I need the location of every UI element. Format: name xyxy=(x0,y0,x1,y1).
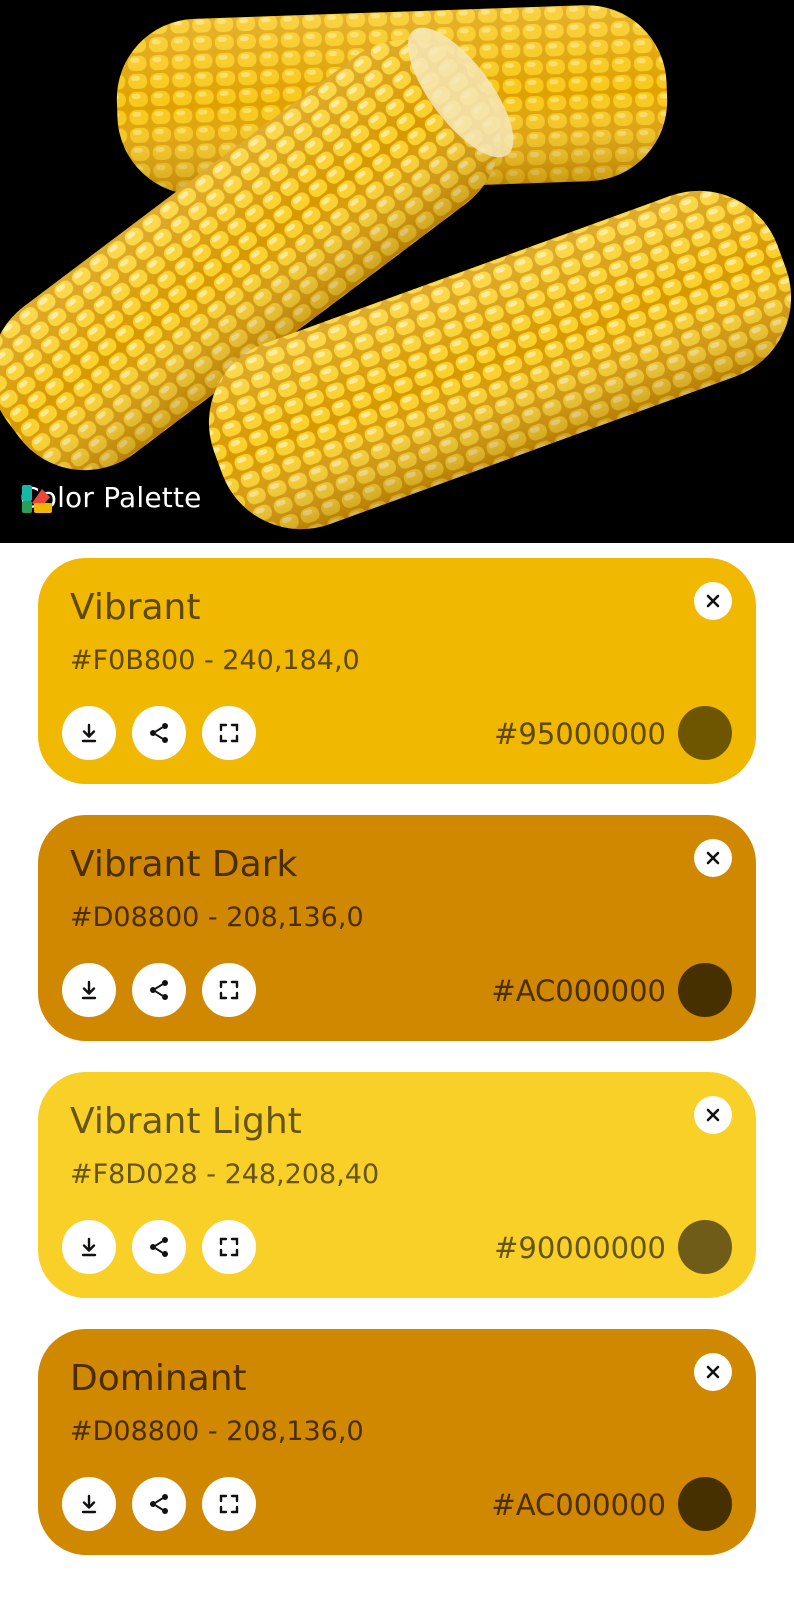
fullscreen-icon xyxy=(219,1237,239,1257)
download-button[interactable] xyxy=(62,1477,116,1531)
card-hex-rgb: #D08800 - 208,136,0 xyxy=(70,902,364,933)
fullscreen-button[interactable] xyxy=(202,1477,256,1531)
card-title: Vibrant Dark xyxy=(70,844,298,885)
card-hex-rgb: #F8D028 - 248,208,40 xyxy=(70,1159,380,1190)
card-hex-rgb: #F0B800 - 240,184,0 xyxy=(70,645,360,676)
overlay-hex-code: #90000000 xyxy=(494,1231,666,1265)
share-icon xyxy=(150,980,168,1000)
corn-illustration xyxy=(0,5,792,530)
card-actions xyxy=(62,1220,256,1274)
palette-card-vibrant-light: Vibrant Light #F8D028 - 248,208,40 #9000… xyxy=(38,1072,756,1298)
fullscreen-icon xyxy=(219,1494,239,1514)
fullscreen-icon xyxy=(219,980,239,1000)
overlay-swatch xyxy=(678,1220,732,1274)
close-icon xyxy=(706,594,720,608)
card-title: Dominant xyxy=(70,1358,247,1399)
palette-card-vibrant-dark: Vibrant Dark #D08800 - 208,136,0 #AC0000… xyxy=(38,815,756,1041)
close-button[interactable] xyxy=(694,1096,732,1134)
fullscreen-button[interactable] xyxy=(202,706,256,760)
close-icon xyxy=(706,1108,720,1122)
palette-list: Vibrant #F0B800 - 240,184,0 #95000000 Vi… xyxy=(38,558,756,1586)
color-palette-logo-icon xyxy=(22,485,52,513)
app-watermark: Color Palette xyxy=(20,481,202,514)
fullscreen-button[interactable] xyxy=(202,963,256,1017)
palette-card-vibrant: Vibrant #F0B800 - 240,184,0 #95000000 xyxy=(38,558,756,784)
hero-image: Color Palette xyxy=(0,0,794,543)
close-icon xyxy=(706,851,720,865)
close-button[interactable] xyxy=(694,1353,732,1391)
close-button[interactable] xyxy=(694,839,732,877)
download-button[interactable] xyxy=(62,706,116,760)
card-hex-rgb: #D08800 - 208,136,0 xyxy=(70,1416,364,1447)
card-actions xyxy=(62,1477,256,1531)
overlay-hex-code: #AC000000 xyxy=(491,974,666,1008)
overlay-swatch xyxy=(678,706,732,760)
card-title: Vibrant xyxy=(70,587,201,628)
overlay-swatch xyxy=(678,1477,732,1531)
close-button[interactable] xyxy=(694,582,732,620)
share-button[interactable] xyxy=(132,706,186,760)
fullscreen-icon xyxy=(219,723,239,743)
overlay-hex-code: #AC000000 xyxy=(491,1488,666,1522)
fullscreen-button[interactable] xyxy=(202,1220,256,1274)
share-icon xyxy=(150,1494,168,1514)
download-button[interactable] xyxy=(62,963,116,1017)
download-icon xyxy=(81,1237,97,1257)
card-actions xyxy=(62,963,256,1017)
overlay-hex-code: #95000000 xyxy=(494,717,666,751)
share-icon xyxy=(150,1237,168,1257)
download-icon xyxy=(81,1494,97,1514)
download-icon xyxy=(81,980,97,1000)
close-icon xyxy=(706,1365,720,1379)
overlay-swatch xyxy=(678,963,732,1017)
download-button[interactable] xyxy=(62,1220,116,1274)
share-button[interactable] xyxy=(132,963,186,1017)
palette-card-dominant: Dominant #D08800 - 208,136,0 #AC000000 xyxy=(38,1329,756,1555)
share-button[interactable] xyxy=(132,1220,186,1274)
download-icon xyxy=(81,723,97,743)
share-icon xyxy=(150,723,168,743)
card-actions xyxy=(62,706,256,760)
share-button[interactable] xyxy=(132,1477,186,1531)
card-title: Vibrant Light xyxy=(70,1101,302,1142)
